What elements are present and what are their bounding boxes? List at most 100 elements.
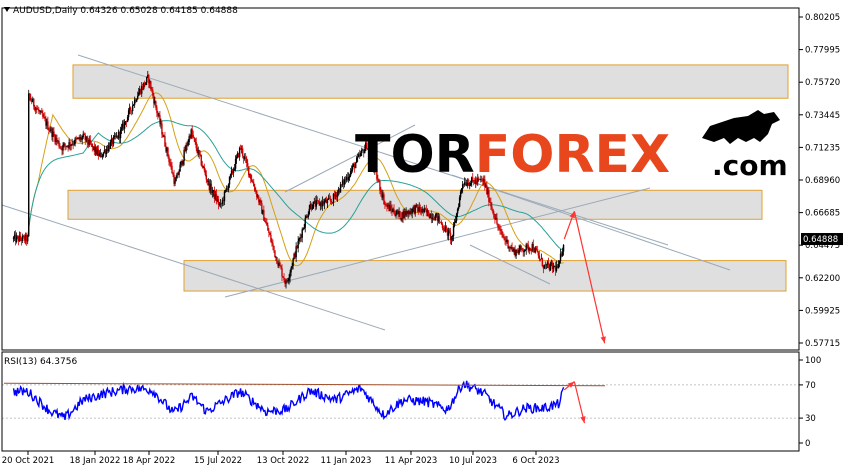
candle-body (138, 92, 140, 96)
candle-body (192, 134, 194, 138)
candle-body (529, 248, 531, 250)
candle-body (102, 152, 105, 156)
candle-body (538, 255, 541, 260)
candle-body (233, 168, 236, 170)
candle-body (185, 144, 187, 152)
candle-body (12, 237, 15, 239)
candle-body (427, 210, 430, 217)
candle-body (217, 199, 220, 205)
candle-body (312, 201, 314, 209)
candle-body (536, 250, 539, 253)
watermark-forex: FOREX (475, 125, 670, 185)
candle-body (457, 206, 460, 210)
candle-body (500, 229, 502, 232)
candle-body (42, 113, 44, 117)
candle-body (267, 225, 269, 231)
candle-body (98, 153, 101, 156)
candle-body (315, 200, 318, 207)
candle-body (497, 223, 499, 228)
time-tick-label: 18 Jan 2022 (70, 456, 121, 466)
time-tick-label: 10 Jul 2023 (449, 456, 497, 466)
time-tick-label: 6 Oct 2023 (512, 456, 559, 466)
candle-body (253, 182, 255, 187)
candle-body (70, 144, 72, 146)
candle-body (81, 137, 83, 140)
candle-body (411, 208, 413, 214)
candle-body (450, 236, 453, 240)
candle-body (458, 197, 461, 207)
candle-body (298, 238, 300, 241)
candle-body (119, 129, 122, 139)
time-tick-label: 18 Apr 2022 (123, 456, 176, 466)
candle-body (252, 181, 254, 183)
candle-body (211, 191, 214, 193)
candle-body (287, 280, 289, 282)
candle-body (131, 105, 134, 111)
candle-body (434, 215, 437, 221)
candle-body (452, 225, 455, 237)
candle-body (535, 247, 538, 251)
candle-body (41, 111, 43, 114)
candle-body (390, 205, 392, 209)
price-tick-label: 0.66685 (805, 209, 840, 219)
candle-body (64, 143, 66, 146)
candle-body (498, 227, 500, 229)
last-price-value: 0.64888 (803, 235, 838, 245)
candle-body (351, 165, 354, 170)
candle-body (557, 264, 560, 269)
candle-body (38, 109, 40, 112)
candle-body (459, 191, 462, 198)
time-tick-label: 11 Jan 2023 (321, 456, 372, 466)
chart-root: TORFOREX .com 0.80205 0.77995 0.75720 0.734… (0, 0, 846, 471)
candle-body (280, 265, 282, 269)
time-tick-label: 15 Jul 2022 (194, 456, 242, 466)
candle-body (414, 205, 416, 214)
candle-body (288, 277, 290, 281)
candle-body (549, 263, 552, 271)
candle-body (270, 235, 272, 242)
candle-body (89, 139, 91, 144)
candle-body (545, 264, 548, 266)
candle-body (238, 147, 241, 158)
time-tick-label: 11 Apr 2023 (385, 456, 438, 466)
candle-body (224, 189, 227, 192)
candle-body (137, 95, 139, 100)
candle-body (175, 178, 177, 182)
candle-body (19, 235, 22, 240)
watermark-tor: TOR (355, 125, 475, 185)
candle-body (547, 262, 550, 265)
candle-body (265, 221, 267, 223)
candle-body (326, 199, 329, 204)
candle-body (348, 175, 351, 178)
candle-body (302, 228, 304, 230)
candle-body (273, 245, 275, 251)
price-tick-label: 0.59925 (805, 306, 840, 316)
candle-body (179, 164, 181, 172)
candle-body (274, 250, 276, 258)
candle-body (451, 236, 454, 237)
candle-body (151, 89, 153, 91)
candle-body (195, 141, 197, 149)
candle-body (400, 218, 402, 220)
candle-body (328, 197, 331, 199)
candle-body (272, 243, 274, 246)
candle-body (440, 221, 443, 225)
candle-body (171, 165, 173, 174)
candle-body (169, 161, 171, 164)
candle-body (455, 213, 458, 221)
candle-body (132, 104, 135, 106)
price-tick-label: 0.77995 (805, 46, 840, 56)
candle-body (304, 218, 306, 228)
time-tick-label: 13 Oct 2022 (257, 456, 310, 466)
candle-body (525, 244, 527, 250)
candle-body (204, 170, 207, 176)
candle-body (350, 169, 353, 171)
candle-body (490, 202, 492, 207)
candle-body (276, 256, 278, 264)
candle-body (194, 138, 196, 142)
time-tick-label: 20 Oct 2021 (2, 456, 55, 466)
candle-body (329, 198, 332, 202)
candle-body (279, 262, 281, 266)
candle-body (264, 220, 266, 222)
candle-body (292, 258, 294, 267)
